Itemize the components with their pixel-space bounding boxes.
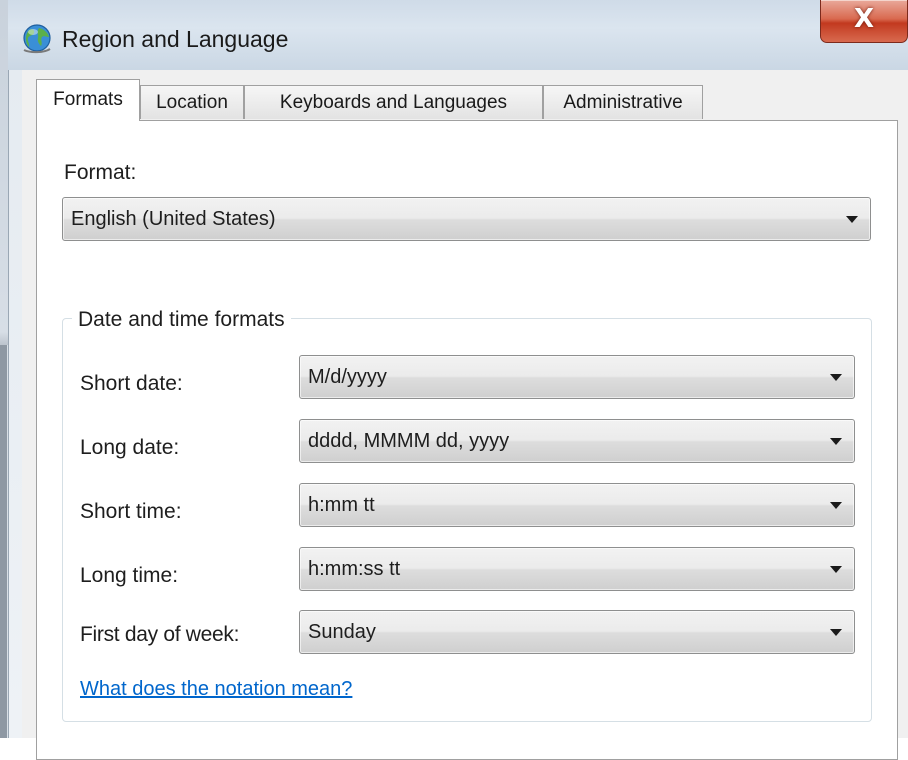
long-time-dropdown[interactable]: h:mm:ss tt (299, 547, 855, 591)
short-date-dropdown[interactable]: M/d/yyyy (299, 355, 855, 399)
group-title: Date and time formats (72, 308, 291, 332)
first-day-of-week-dropdown[interactable]: Sunday (299, 610, 855, 654)
close-button[interactable]: X (820, 0, 908, 43)
long-time-value: h:mm:ss tt (308, 558, 401, 580)
first-day-of-week-value: Sunday (308, 621, 376, 643)
format-dropdown-value: English (United States) (71, 208, 276, 230)
tab-label: Administrative (563, 91, 683, 113)
format-label: Format: (64, 161, 137, 184)
tab-label: Keyboards and Languages (279, 91, 508, 113)
long-date-dropdown[interactable]: dddd, MMMM dd, yyyy (299, 419, 855, 463)
format-dropdown[interactable]: English (United States) (62, 197, 871, 241)
tab-location[interactable]: Location (140, 85, 244, 119)
short-date-label: Short date: (80, 372, 183, 395)
chevron-down-icon (846, 216, 858, 223)
short-time-label: Short time: (80, 500, 182, 523)
long-time-label: Long time: (80, 564, 179, 587)
short-time-value: h:mm tt (308, 494, 375, 516)
short-time-dropdown[interactable]: h:mm tt (299, 483, 855, 527)
long-date-value: dddd, MMMM dd, yyyy (308, 430, 510, 452)
notation-help-link[interactable]: What does the notation mean? (80, 678, 352, 701)
tab-keyboards-and-languages[interactable]: Keyboards and Languages (244, 85, 543, 119)
chevron-down-icon (830, 502, 842, 509)
long-date-label: Long date: (80, 436, 180, 459)
first-day-of-week-label: First day of week: (80, 623, 240, 646)
tab-administrative[interactable]: Administrative (543, 85, 703, 119)
close-icon: X (853, 4, 875, 34)
tab-label: Location (156, 91, 228, 113)
chevron-down-icon (830, 566, 842, 573)
window-title: Region and Language (62, 26, 289, 52)
chevron-down-icon (830, 374, 842, 381)
tab-formats[interactable]: Formats (36, 79, 140, 121)
chevron-down-icon (830, 629, 842, 636)
tab-label: Formats (53, 89, 123, 110)
globe-icon (23, 24, 51, 54)
short-date-value: M/d/yyyy (308, 366, 387, 388)
chevron-down-icon (830, 438, 842, 445)
